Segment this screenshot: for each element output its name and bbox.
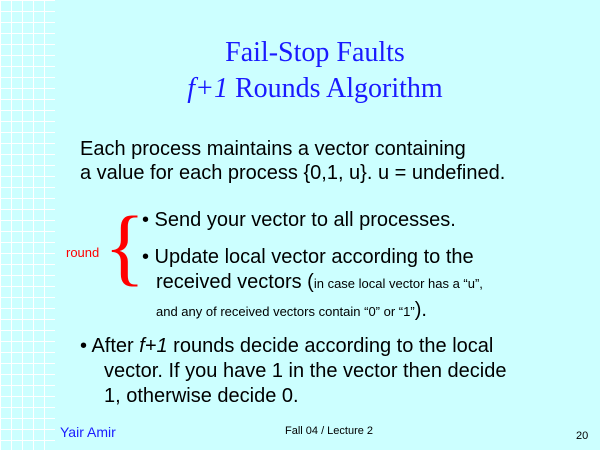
footer-author: Yair Amir bbox=[60, 424, 116, 440]
update-line2: received vectors (in case local vector h… bbox=[142, 270, 592, 296]
curly-brace-icon: { bbox=[104, 198, 146, 294]
intro-paragraph: Each process maintains a vector containi… bbox=[80, 137, 590, 185]
round-label: round bbox=[66, 245, 100, 260]
intro-line1: Each process maintains a vector containi… bbox=[80, 138, 466, 160]
update-line2-small: in case local vector has a “u”, bbox=[313, 276, 483, 291]
slide-title-line2: f+1 Rounds Algorithm bbox=[95, 71, 535, 107]
after-prefix: • After bbox=[80, 335, 140, 357]
update-line3: and any of received vectors contain “0” … bbox=[142, 296, 592, 326]
after-line2: vector. If you have 1 in the vector then… bbox=[104, 360, 507, 382]
update-line3-end: ). bbox=[414, 299, 427, 321]
title-f-plus-1: f+1 bbox=[187, 73, 228, 104]
update-line2-main: received vectors ( bbox=[156, 271, 314, 293]
intro-line2: a value for each process {0,1, u}. u = u… bbox=[80, 162, 506, 184]
title-rounds-algorithm: Rounds Algorithm bbox=[227, 73, 443, 104]
bullet-update-vector: • Update local vector according to the r… bbox=[142, 245, 592, 326]
bullet-send-vector: • Send your vector to all processes. bbox=[142, 209, 456, 231]
update-line1: • Update local vector according to the bbox=[142, 246, 474, 268]
footer-course: Fall 04 / Lecture 2 bbox=[285, 425, 374, 437]
after-f-plus-1: f+1 bbox=[139, 335, 168, 357]
grid-background bbox=[0, 0, 55, 450]
footer-page-number: 20 bbox=[576, 430, 589, 442]
slide-title-line1: Fail-Stop Faults bbox=[225, 37, 405, 68]
update-line3-small: and any of received vectors contain “0” … bbox=[156, 304, 415, 319]
after-line3: 1, otherwise decide 0. bbox=[104, 385, 299, 407]
after-rest: rounds decide according to the local bbox=[167, 335, 494, 357]
bullet-after-rounds: • After f+1 rounds decide according to t… bbox=[80, 334, 590, 409]
